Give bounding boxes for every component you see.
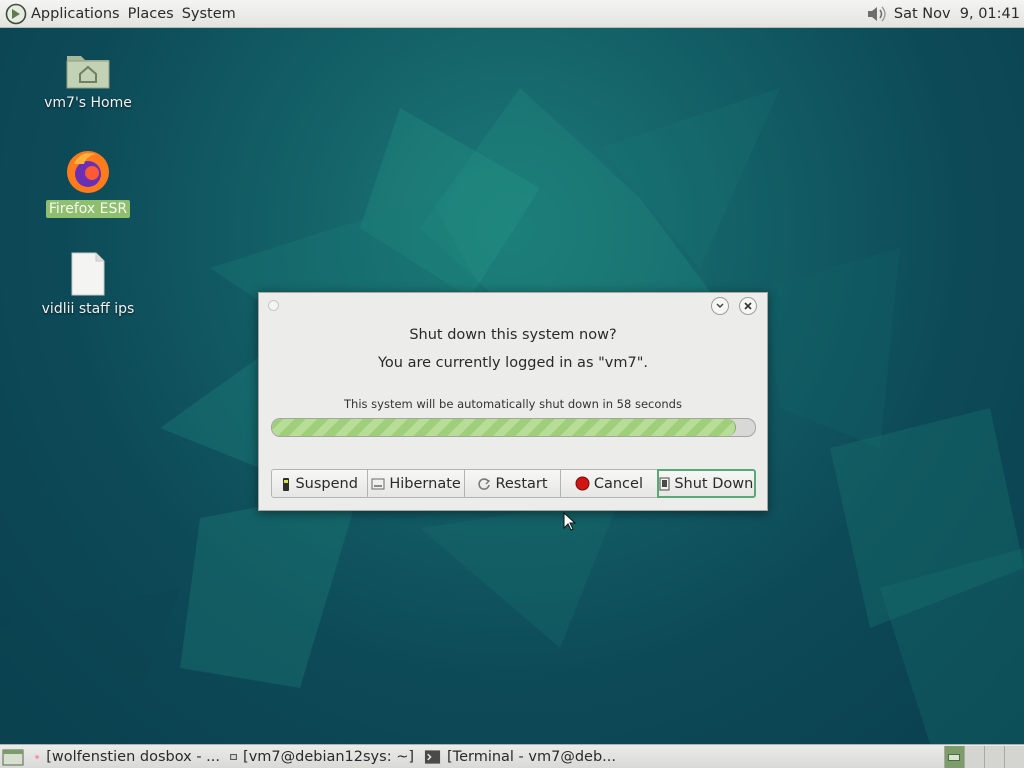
desktop-icon-home[interactable]: vm7's Home xyxy=(38,48,138,112)
dosbox-icon xyxy=(34,754,40,759)
shutdown-dialog: Shut down this system now? You are curre… xyxy=(258,292,768,511)
taskbar-item-label: [vm7@debian12sys: ~] xyxy=(243,748,414,765)
cancel-button[interactable]: Cancel xyxy=(560,469,658,498)
progress-fill xyxy=(272,419,736,436)
taskbar-item-dosbox[interactable]: [wolfenstien dosbox - ... xyxy=(30,745,220,768)
workspace-4[interactable] xyxy=(1004,745,1024,768)
taskbar-item-terminal-2[interactable]: [Terminal - vm7@deb... xyxy=(420,745,616,768)
menu-system[interactable]: System xyxy=(178,0,240,28)
menu-places[interactable]: Places xyxy=(124,0,178,28)
volume-icon[interactable] xyxy=(864,2,888,26)
window-menu-icon[interactable] xyxy=(268,300,279,311)
desktop-icon-label: vm7's Home xyxy=(44,95,132,111)
desktop-icon-label: Firefox ESR xyxy=(45,200,131,218)
taskbar-item-label: [Terminal - vm7@deb... xyxy=(447,748,616,765)
suspend-button[interactable]: Suspend xyxy=(271,469,369,498)
cancel-label: Cancel xyxy=(593,475,643,492)
clock[interactable]: Sat Nov 9, 01:41 xyxy=(894,6,1020,22)
close-icon xyxy=(744,302,752,310)
top-panel: Applications Places System Sat Nov 9, 01… xyxy=(0,0,1024,28)
workspace-2[interactable] xyxy=(964,745,984,768)
hibernate-label: Hibernate xyxy=(389,475,461,492)
desktop-icon-firefox[interactable]: Firefox ESR xyxy=(38,148,138,218)
workspace-1[interactable] xyxy=(944,745,964,768)
hibernate-button[interactable]: Hibernate xyxy=(367,469,465,498)
workspace-3[interactable] xyxy=(984,745,1004,768)
bottom-panel: [wolfenstien dosbox - ... [vm7@debian12s… xyxy=(0,744,1024,768)
dialog-heading: Shut down this system now? xyxy=(409,327,617,343)
restart-button[interactable]: Restart xyxy=(463,469,562,498)
desktop-icon-label: vidlii staff ips xyxy=(41,301,135,317)
menu-applications[interactable]: Applications xyxy=(27,0,124,28)
countdown-label: This system will be automatically shut d… xyxy=(344,397,682,411)
shutdown-icon xyxy=(659,477,670,490)
chevron-down-icon xyxy=(716,303,724,309)
restart-icon xyxy=(478,477,491,490)
taskbar-item-label: [wolfenstien dosbox - ... xyxy=(46,748,220,765)
disk-icon xyxy=(371,478,385,489)
home-folder-icon xyxy=(66,56,110,89)
countdown-progress-bar xyxy=(271,418,756,437)
mouse-cursor-icon xyxy=(563,512,577,531)
show-desktop-icon[interactable] xyxy=(2,747,24,767)
cancel-icon xyxy=(575,476,590,491)
restart-label: Restart xyxy=(495,475,548,492)
workspace-switcher xyxy=(944,745,1024,768)
mate-logo-icon[interactable] xyxy=(5,3,27,25)
suspend-label: Suspend xyxy=(295,475,358,492)
firefox-icon xyxy=(67,151,109,193)
desktop-icon-document[interactable]: vidlii staff ips xyxy=(38,252,138,318)
dialog-titlebar[interactable] xyxy=(259,293,767,319)
close-button[interactable] xyxy=(739,297,757,315)
shutdown-button[interactable]: Shut Down xyxy=(656,469,757,498)
terminal-icon xyxy=(230,753,237,760)
battery-icon xyxy=(283,477,290,491)
panel-tray: Sat Nov 9, 01:41 xyxy=(864,2,1024,26)
taskbar-item-terminal-1[interactable]: [vm7@debian12sys: ~] xyxy=(226,745,414,768)
shutdown-label: Shut Down xyxy=(674,475,754,492)
document-icon xyxy=(71,252,105,296)
minimize-button[interactable] xyxy=(711,297,729,315)
dialog-button-row: Suspend Hibernate Restart Cancel Shut Do… xyxy=(271,469,757,498)
terminal-icon xyxy=(424,749,441,764)
dialog-subheading: You are currently logged in as "vm7". xyxy=(378,355,648,371)
